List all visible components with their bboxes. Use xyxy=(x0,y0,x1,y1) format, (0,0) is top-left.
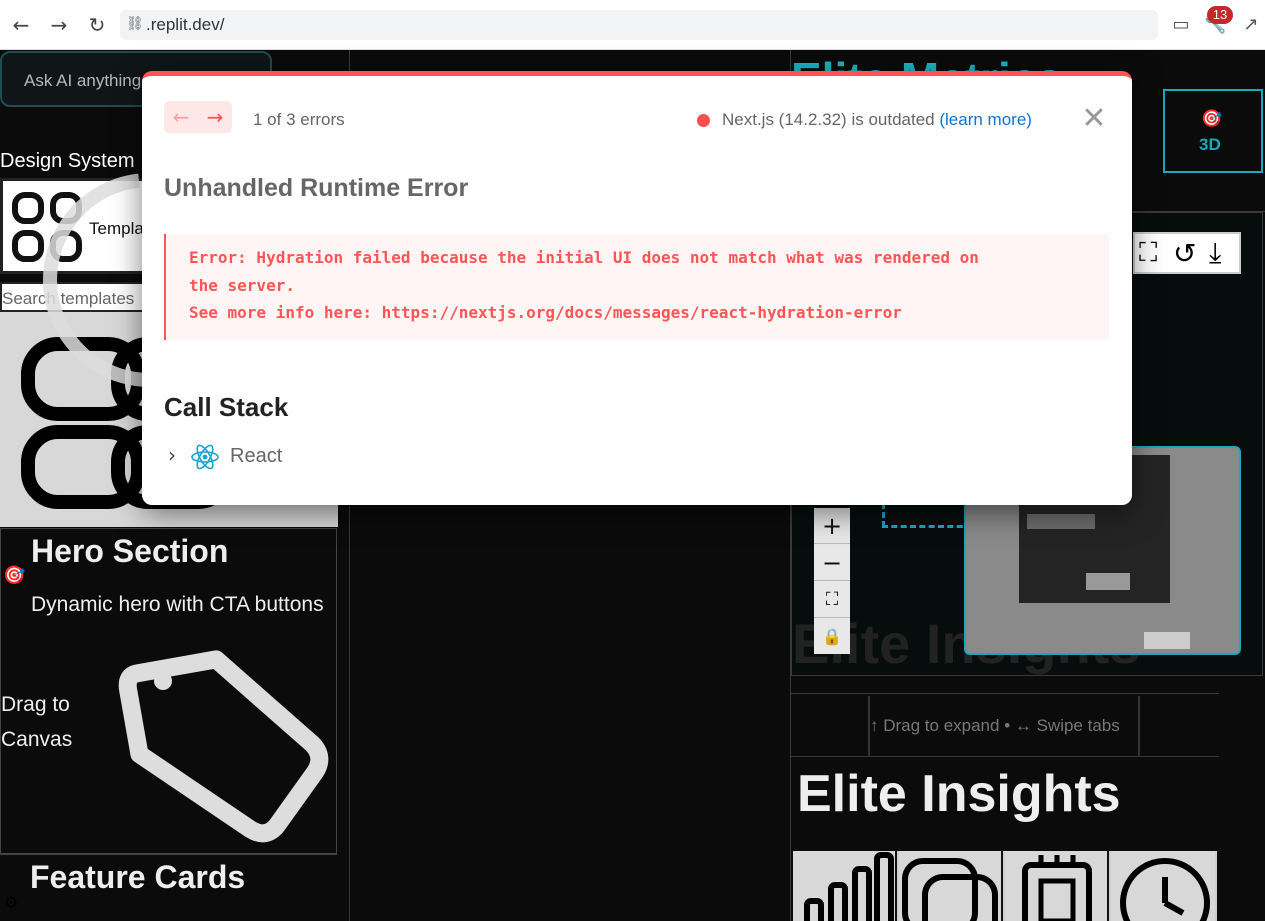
learn-more-link[interactable]: (learn more) xyxy=(939,110,1032,129)
lock-icon[interactable]: 🔒 xyxy=(814,619,850,655)
error-pagination: ← → xyxy=(164,101,232,133)
browser-toolbar: ← → ↻ ⛓ .replit.dev/ ▭ 🔧 13 ↗ xyxy=(0,0,1265,50)
fit-view-icon[interactable]: ⛶ xyxy=(814,582,850,618)
zoom-in-icon[interactable]: + xyxy=(814,508,850,544)
edge-connector xyxy=(882,525,972,528)
devices-icon[interactable]: ▭ xyxy=(1170,14,1192,36)
back-icon[interactable]: ← xyxy=(8,12,34,38)
target-icon: 🎯 xyxy=(3,565,26,585)
drag-to-canvas-hint: Drag to Canvas xyxy=(1,693,73,751)
view-3d-button[interactable]: 🎯 3D xyxy=(1163,89,1263,173)
error-message-line: the server. xyxy=(189,276,295,295)
feature-cards-title: Feature Cards xyxy=(30,859,246,895)
previous-error-icon[interactable]: ← xyxy=(164,101,198,133)
error-overlay-dialog: ← → 1 of 3 errors Next.js (14.2.32) is o… xyxy=(142,71,1132,505)
address-bar[interactable]: ⛓ .replit.dev/ xyxy=(120,10,1158,40)
tab-signal[interactable] xyxy=(793,851,897,921)
next-error-icon[interactable]: → xyxy=(198,101,232,133)
hero-card-title: Hero Section xyxy=(31,533,229,569)
layers-icon xyxy=(902,858,998,921)
tab-clock[interactable] xyxy=(1111,851,1215,921)
clock-icon xyxy=(1120,858,1210,921)
cpu-icon xyxy=(1022,855,1092,921)
forward-icon[interactable]: → xyxy=(46,12,72,38)
error-message-line: See more info here: https://nextjs.org/d… xyxy=(189,303,902,322)
gear-icon: ⚙ xyxy=(4,895,19,912)
error-message-box: Error: Hydration failed because the init… xyxy=(164,234,1109,340)
target-icon: 🎯 xyxy=(1201,109,1223,128)
version-notice: Next.js (14.2.32) is outdated (learn mor… xyxy=(722,110,1032,130)
tab-cpu[interactable] xyxy=(1005,851,1109,921)
external-link-icon[interactable]: ↗ xyxy=(1240,14,1262,36)
hero-section-card[interactable]: Hero Section 🎯 Dynamic hero with CTA but… xyxy=(0,528,337,854)
stack-frame-label: React xyxy=(230,445,283,467)
error-title: Unhandled Runtime Error xyxy=(164,174,469,202)
ask-ai-placeholder: Ask AI anything xyxy=(24,71,142,90)
link-icon: ⛓ xyxy=(126,15,144,31)
call-stack-title: Call Stack xyxy=(164,392,289,422)
feature-cards-card[interactable]: Feature Cards ⚙ xyxy=(0,854,337,921)
url-text: .replit.dev/ xyxy=(146,15,225,34)
download-icon[interactable]: ⤓ xyxy=(1209,236,1221,270)
view-3d-label: 3D xyxy=(1199,135,1221,154)
tab-layers[interactable] xyxy=(899,851,1003,921)
minimap-node xyxy=(1086,573,1130,590)
expand-hint-text: ↑ Drag to expand • ↔ Swipe tabs xyxy=(870,716,1120,735)
fullscreen-icon[interactable]: ⛶ xyxy=(1139,238,1157,269)
zoom-out-icon[interactable]: − xyxy=(814,545,850,581)
drag-expand-handle[interactable]: ↑ Drag to expand • ↔ Swipe tabs xyxy=(868,696,1140,756)
minimap-node xyxy=(1027,514,1095,529)
version-status-dot xyxy=(697,114,710,127)
elite-insights-title: Elite Insights xyxy=(797,765,1121,823)
hero-card-description: Dynamic hero with CTA buttons xyxy=(31,593,324,616)
reset-icon[interactable]: ↺ xyxy=(1173,237,1196,270)
expand-bar: ↑ Drag to expand • ↔ Swipe tabs xyxy=(791,693,1219,757)
minimap-node xyxy=(1144,632,1190,649)
react-icon xyxy=(191,444,219,470)
edge-connector xyxy=(882,503,885,527)
notification-badge: 13 xyxy=(1207,6,1233,24)
canvas-toolbar: ⛶ ↺ ⤓ xyxy=(1133,232,1241,274)
version-notice-text: Next.js (14.2.32) is outdated xyxy=(722,110,935,129)
error-message-line: Error: Hydration failed because the init… xyxy=(189,248,979,267)
error-counter: 1 of 3 errors xyxy=(253,110,345,129)
close-icon[interactable]: ✕ xyxy=(1079,104,1109,134)
signal-bars-icon xyxy=(804,852,894,921)
tag-icon xyxy=(118,650,329,843)
reload-icon[interactable]: ↻ xyxy=(84,12,110,38)
insights-tab-strip xyxy=(793,851,1217,921)
chevron-right-icon: › xyxy=(168,443,176,467)
zoom-controls: + − ⛶ 🔒 xyxy=(814,508,850,654)
